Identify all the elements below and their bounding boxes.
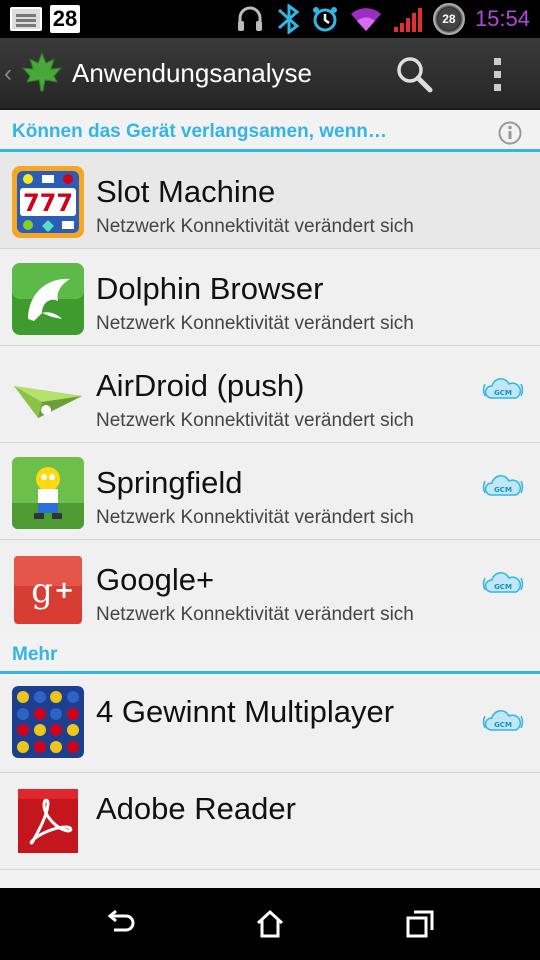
battery-badge-icon: 28 xyxy=(432,3,465,35)
app-reason: Netzwerk Konnektivität verändert sich xyxy=(96,216,414,237)
list-item[interactable]: 777 Slot Machine Netzwerk Konnektivität … xyxy=(0,152,540,249)
list-item[interactable]: AirDroid (push) Netzwerk Konnektivität v… xyxy=(0,346,540,443)
maple-leaf-icon[interactable] xyxy=(20,50,64,94)
list-item[interactable]: Springfield Netzwerk Konnektivität verän… xyxy=(0,443,540,540)
app-name: Springfield xyxy=(96,465,243,500)
app-reason: Netzwerk Konnektivität verändert sich xyxy=(96,410,414,431)
home-icon[interactable] xyxy=(254,908,286,940)
app-name: Dolphin Browser xyxy=(96,271,324,306)
app-reason: Netzwerk Konnektivität verändert sich xyxy=(96,313,414,334)
section-title: Mehr xyxy=(12,644,58,665)
app-reason: Netzwerk Konnektivität verändert sich xyxy=(96,604,414,625)
svg-text:GCM: GCM xyxy=(494,583,512,591)
gcm-cloud-icon: GCM xyxy=(482,475,524,499)
svg-text:GCM: GCM xyxy=(494,389,512,397)
recent-apps-icon[interactable] xyxy=(404,908,436,940)
paper-plane-icon xyxy=(12,360,84,432)
section-header-more: Mehr xyxy=(0,634,540,674)
clock: 15:54 xyxy=(474,6,530,31)
gcm-cloud-icon: GCM xyxy=(482,378,524,402)
wifi-icon xyxy=(349,5,383,33)
app-name: Adobe Reader xyxy=(96,791,296,826)
app-name: Slot Machine xyxy=(96,174,276,209)
gallery-notification-icon xyxy=(10,7,42,31)
headphones-icon xyxy=(235,4,265,34)
svg-text:+: + xyxy=(54,576,74,604)
app-name: AirDroid (push) xyxy=(96,368,305,403)
connect-four-icon xyxy=(12,686,84,758)
overflow-menu-icon[interactable] xyxy=(484,54,512,94)
list-item[interactable]: Adobe Reader xyxy=(0,773,540,870)
search-icon[interactable] xyxy=(394,54,434,94)
adobe-reader-icon xyxy=(12,785,84,857)
list-item[interactable]: Dolphin Browser Netzwerk Konnektivität v… xyxy=(0,249,540,346)
svg-text:GCM: GCM xyxy=(494,486,512,494)
svg-text:GCM: GCM xyxy=(494,721,512,729)
alarm-clock-icon xyxy=(311,5,339,33)
page-title: Anwendungsanalyse xyxy=(72,58,312,88)
springfield-icon xyxy=(12,457,84,529)
slot-machine-icon: 777 xyxy=(12,166,84,238)
list-item[interactable]: g + Google+ Netzwerk Konnektivität verän… xyxy=(0,540,540,632)
section-title: Können das Gerät verlangsamen, wenn… xyxy=(12,121,387,142)
back-icon[interactable] xyxy=(104,908,136,940)
navigation-bar xyxy=(0,888,540,960)
section-header-slowdown: Können das Gerät verlangsamen, wenn… xyxy=(0,112,540,152)
app-name: Google+ xyxy=(96,562,215,597)
dolphin-icon xyxy=(12,263,84,335)
svg-text:g: g xyxy=(31,571,53,611)
gcm-cloud-icon: GCM xyxy=(482,710,524,734)
svg-text:777: 777 xyxy=(23,189,73,217)
calendar-notification-icon: 28 xyxy=(50,5,80,33)
signal-strength-icon xyxy=(393,5,423,33)
google-plus-icon: g + xyxy=(12,554,84,626)
info-icon[interactable] xyxy=(498,121,522,145)
action-bar: ‹ Anwendungsanalyse xyxy=(0,38,540,110)
gcm-cloud-icon: GCM xyxy=(482,572,524,596)
back-chevron-icon[interactable]: ‹ xyxy=(4,60,12,88)
status-bar: 28 28 15:54 xyxy=(0,0,540,38)
app-reason: Netzwerk Konnektivität verändert sich xyxy=(96,507,414,528)
bluetooth-muted-icon xyxy=(275,4,301,34)
app-name: 4 Gewinnt Multiplayer xyxy=(96,694,395,729)
list-item[interactable]: 4 Gewinnt Multiplayer GCM xyxy=(0,676,540,773)
